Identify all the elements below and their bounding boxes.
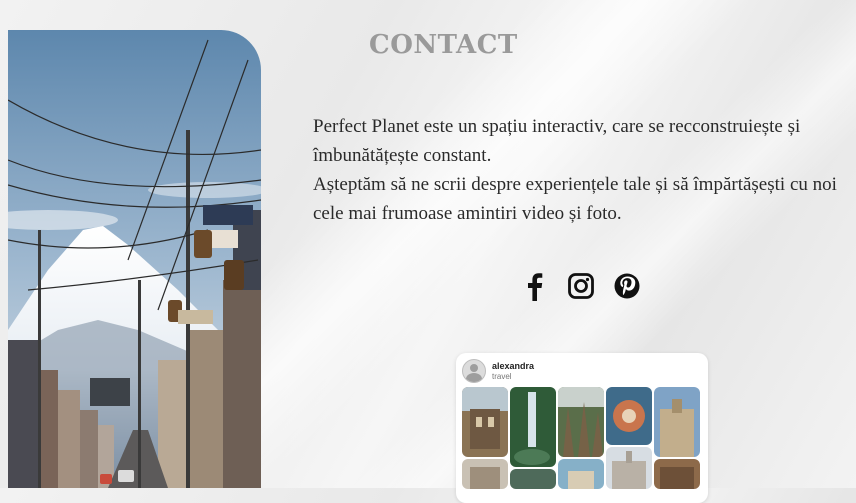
contact-description: Perfect Planet este un spațiu interactiv… [313,112,853,228]
hero-photo [8,30,261,488]
instagram-icon[interactable] [568,271,594,301]
pin-thumbnail[interactable] [558,387,604,457]
social-links [522,271,640,301]
pin-thumbnail[interactable] [606,447,652,489]
pin-thumbnail[interactable] [462,387,508,457]
profile-category: travel [492,371,512,381]
pin-thumbnail[interactable] [654,459,700,489]
pin-thumbnail[interactable] [462,459,508,489]
pinterest-profile-card[interactable]: alexandra travel [456,353,708,503]
pin-thumbnail[interactable] [654,387,700,457]
pin-thumbnail[interactable] [510,469,556,489]
description-line-2: Așteptăm să ne scrii despre experiențele… [313,174,837,224]
avatar [462,359,486,383]
pin-thumbnail[interactable] [510,387,556,467]
pin-thumbnail[interactable] [606,387,652,445]
pin-thumbnail[interactable] [558,459,604,489]
facebook-icon[interactable] [522,271,548,301]
profile-username: alexandra [492,360,535,371]
pinterest-icon[interactable] [614,271,640,301]
profile-header: alexandra travel [462,359,534,383]
description-line-1: Perfect Planet este un spațiu interactiv… [313,116,801,166]
page-title: CONTACT [369,30,518,60]
